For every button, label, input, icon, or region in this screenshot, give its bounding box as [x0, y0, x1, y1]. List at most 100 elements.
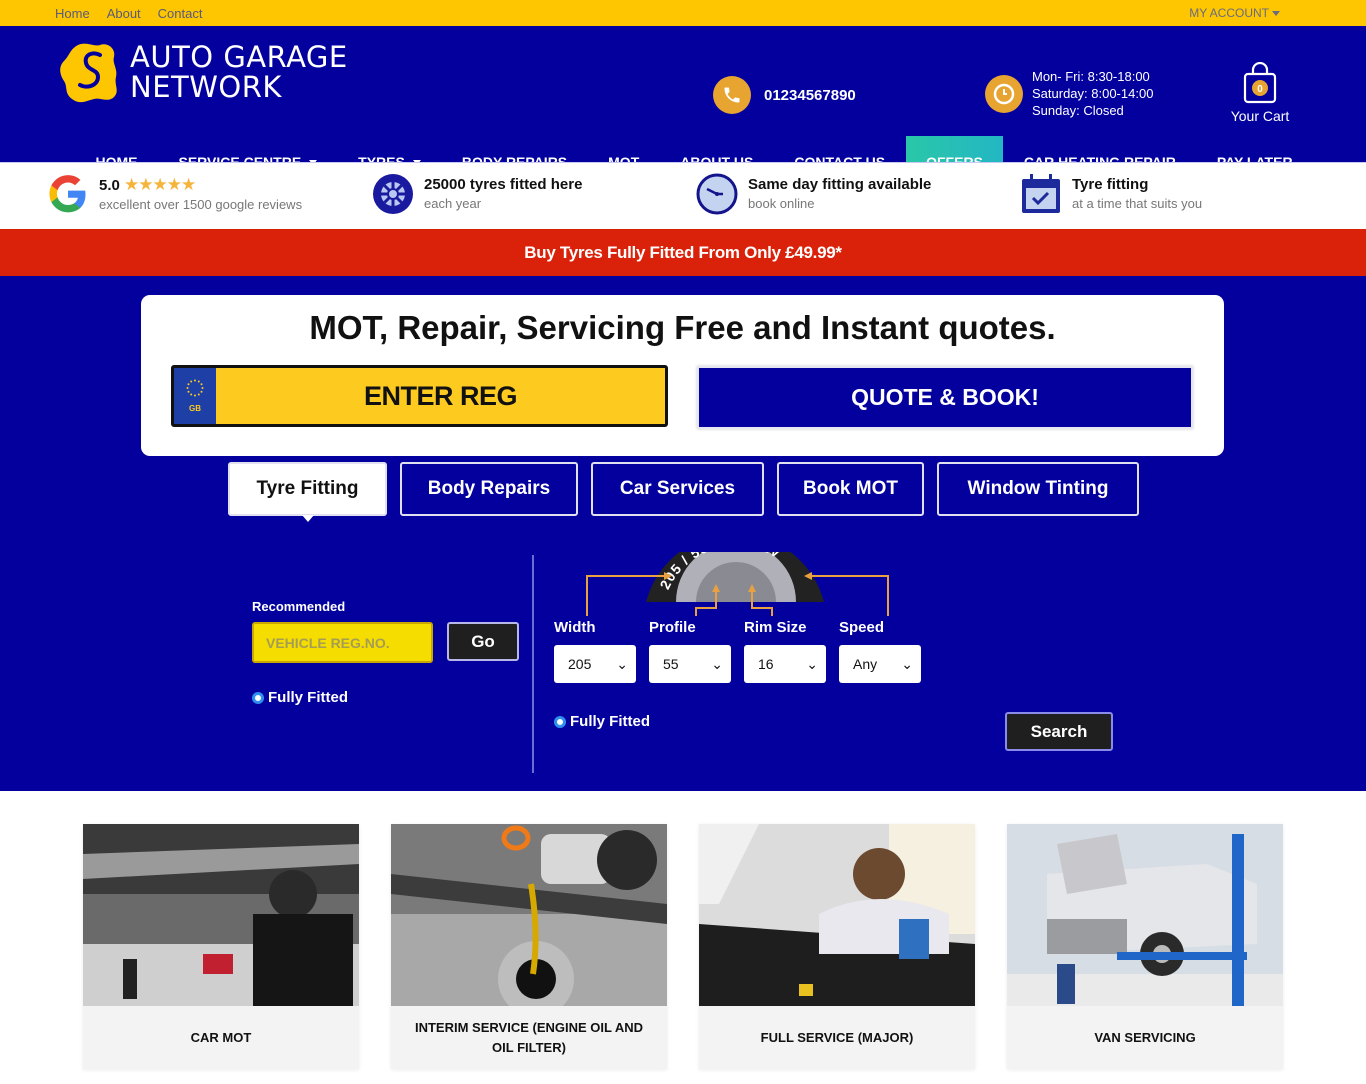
service-card-car-mot[interactable]: CAR MOT [83, 824, 359, 1069]
eu-stars-icon [186, 379, 204, 397]
clock-icon [985, 74, 1023, 113]
top-link-about[interactable]: About [107, 6, 141, 21]
phone-icon [713, 76, 751, 114]
radio-selected-icon [252, 691, 264, 704]
calendar-check-icon [1022, 174, 1060, 213]
rim-size-label: Rim Size [744, 619, 807, 636]
shopping-bag-icon: 0 [1243, 62, 1277, 104]
tyres-subtitle: each year [424, 196, 482, 211]
search-button[interactable]: Search [1005, 712, 1113, 751]
van-servicing-image [1007, 824, 1283, 1006]
brand-line-1: AUTO GARAGE [130, 40, 348, 74]
phone-contact[interactable]: 01234567890 [713, 76, 856, 114]
logo[interactable]: AUTO GARAGE NETWORK [56, 39, 348, 105]
card-caption: INTERIM SERVICE (ENGINE OIL AND OIL FILT… [414, 1019, 643, 1055]
full-service-image [699, 824, 975, 1006]
service-card-interim-service[interactable]: INTERIM SERVICE (ENGINE OIL AND OIL FILT… [391, 824, 667, 1069]
section-divider [532, 555, 534, 773]
gb-badge: GB [174, 368, 216, 424]
gb-label: GB [189, 404, 201, 413]
profile-value: 55 [663, 656, 679, 672]
profile-field: Profile 55 ⌄ [649, 619, 731, 683]
phone-number[interactable]: 01234567890 [764, 87, 856, 104]
wall-clock-icon [696, 173, 738, 215]
promo-banner[interactable]: Buy Tyres Fully Fitted From Only £49.99* [0, 229, 1366, 276]
brand-line-2: NETWORK [130, 70, 282, 104]
hours-weekday: Mon- Fri: 8:30-18:00 [1032, 69, 1150, 84]
promo-text: Buy Tyres Fully Fitted From Only £49.99* [524, 242, 842, 262]
radio-label: Fully Fitted [268, 689, 348, 706]
top-links: Home About Contact [55, 0, 202, 26]
card-caption: CAR MOT [190, 1029, 252, 1045]
cart-label: Your Cart [1230, 108, 1290, 124]
speed-field: Speed Any ⌄ [839, 619, 921, 683]
logo-mark-icon [60, 43, 117, 103]
car-mot-image [83, 824, 359, 1006]
cart-button[interactable]: 0 Your Cart [1228, 62, 1292, 124]
interim-service-image [391, 824, 667, 1006]
feature-tyres-fitted: 25000 tyres fitted here each year [372, 173, 582, 215]
same-day-subtitle: book online [748, 196, 815, 211]
chevron-down-icon: ⌄ [616, 655, 628, 672]
site-header: AUTO GARAGE NETWORK 01234567890 Mon- Fri… [0, 26, 1366, 188]
vehicle-reg-input[interactable] [254, 624, 431, 661]
tyre-size-diagram: 205 / 55 R 16 91V [586, 552, 889, 616]
quote-title: MOT, Repair, Servicing Free and Instant … [309, 309, 1056, 346]
tab-book-mot[interactable]: Book MOT [777, 462, 924, 516]
chevron-down-icon: ⌄ [711, 655, 723, 672]
feature-tyre-fitting: Tyre fitting at a time that suits you [1020, 173, 1202, 215]
width-label: Width [554, 619, 596, 636]
service-cards: CAR MOT INTERIM SERVICE (ENGINE OIL AND … [83, 824, 1283, 1069]
profile-select[interactable]: 55 ⌄ [649, 645, 731, 683]
reg-search: Recommended Go Fully Fitted [252, 599, 519, 706]
feature-google-rating: 5.0 ★★★★★ excellent over 1500 google rev… [47, 173, 302, 215]
tab-window-tinting[interactable]: Window Tinting [937, 462, 1139, 516]
service-card-full-service[interactable]: FULL SERVICE (MAJOR) [699, 824, 975, 1069]
top-link-home[interactable]: Home [55, 6, 90, 21]
tyre-icon [373, 174, 413, 214]
hours-text: Mon- Fri: 8:30-18:00 Saturday: 8:00-14:0… [1032, 68, 1153, 119]
five-stars-icon: ★★★★★ [124, 174, 196, 194]
vehicle-reg-field[interactable] [252, 622, 433, 663]
booking-section: MOT, Repair, Servicing Free and Instant … [0, 276, 1366, 791]
fully-fitted-radio-reg[interactable]: Fully Fitted [252, 689, 519, 706]
rim-size-value: 16 [758, 656, 774, 672]
opening-hours: Mon- Fri: 8:30-18:00 Saturday: 8:00-14:0… [985, 68, 1153, 119]
radio-label: Fully Fitted [570, 713, 650, 730]
tab-body-repairs[interactable]: Body Repairs [400, 462, 578, 516]
cart-count: 0 [1257, 84, 1263, 95]
width-select[interactable]: 205 ⌄ [554, 645, 636, 683]
go-button[interactable]: Go [447, 622, 519, 661]
feature-same-day: Same day fitting available book online [696, 173, 931, 215]
quote-card: MOT, Repair, Servicing Free and Instant … [141, 295, 1224, 456]
width-value: 205 [568, 656, 592, 672]
my-account-dropdown[interactable]: MY ACCOUNT [1189, 0, 1280, 26]
top-link-contact[interactable]: Contact [158, 6, 203, 21]
rim-size-select[interactable]: 16 ⌄ [744, 645, 826, 683]
fully-fitted-radio-size[interactable]: Fully Fitted [554, 713, 650, 730]
tyres-title: 25000 tyres fitted here [424, 176, 583, 193]
speed-label: Speed [839, 619, 885, 636]
rim-size-field: Rim Size 16 ⌄ [744, 619, 826, 683]
recommended-label: Recommended [252, 599, 346, 614]
hours-saturday: Saturday: 8:00-14:00 [1032, 86, 1154, 101]
radio-selected-icon [554, 715, 566, 728]
same-day-title: Same day fitting available [748, 176, 932, 193]
service-card-van-servicing[interactable]: VAN SERVICING [1007, 824, 1283, 1069]
card-caption: VAN SERVICING [1094, 1029, 1196, 1045]
brand-name: AUTO GARAGE NETWORK [130, 42, 348, 102]
chevron-down-icon: ⌄ [901, 655, 913, 672]
tyre-fitting-subtitle: at a time that suits you [1072, 196, 1203, 211]
rating-value: 5.0 [99, 176, 120, 194]
tab-car-services[interactable]: Car Services [591, 462, 764, 516]
tyre-fitting-title: Tyre fitting [1072, 176, 1149, 193]
speed-select[interactable]: Any ⌄ [839, 645, 921, 683]
enter-reg-plate[interactable]: GB ENTER REG [171, 365, 668, 427]
width-field: Width 205 ⌄ [554, 619, 636, 683]
service-tabs: Tyre Fitting Body Repairs Car Services B… [228, 462, 1139, 522]
rating-subtitle: excellent over 1500 google reviews [99, 196, 303, 212]
quote-book-button[interactable]: QUOTE & BOOK! [697, 366, 1193, 429]
profile-label: Profile [649, 619, 696, 636]
google-icon [49, 175, 86, 213]
tab-tyre-fitting[interactable]: Tyre Fitting [228, 462, 387, 522]
